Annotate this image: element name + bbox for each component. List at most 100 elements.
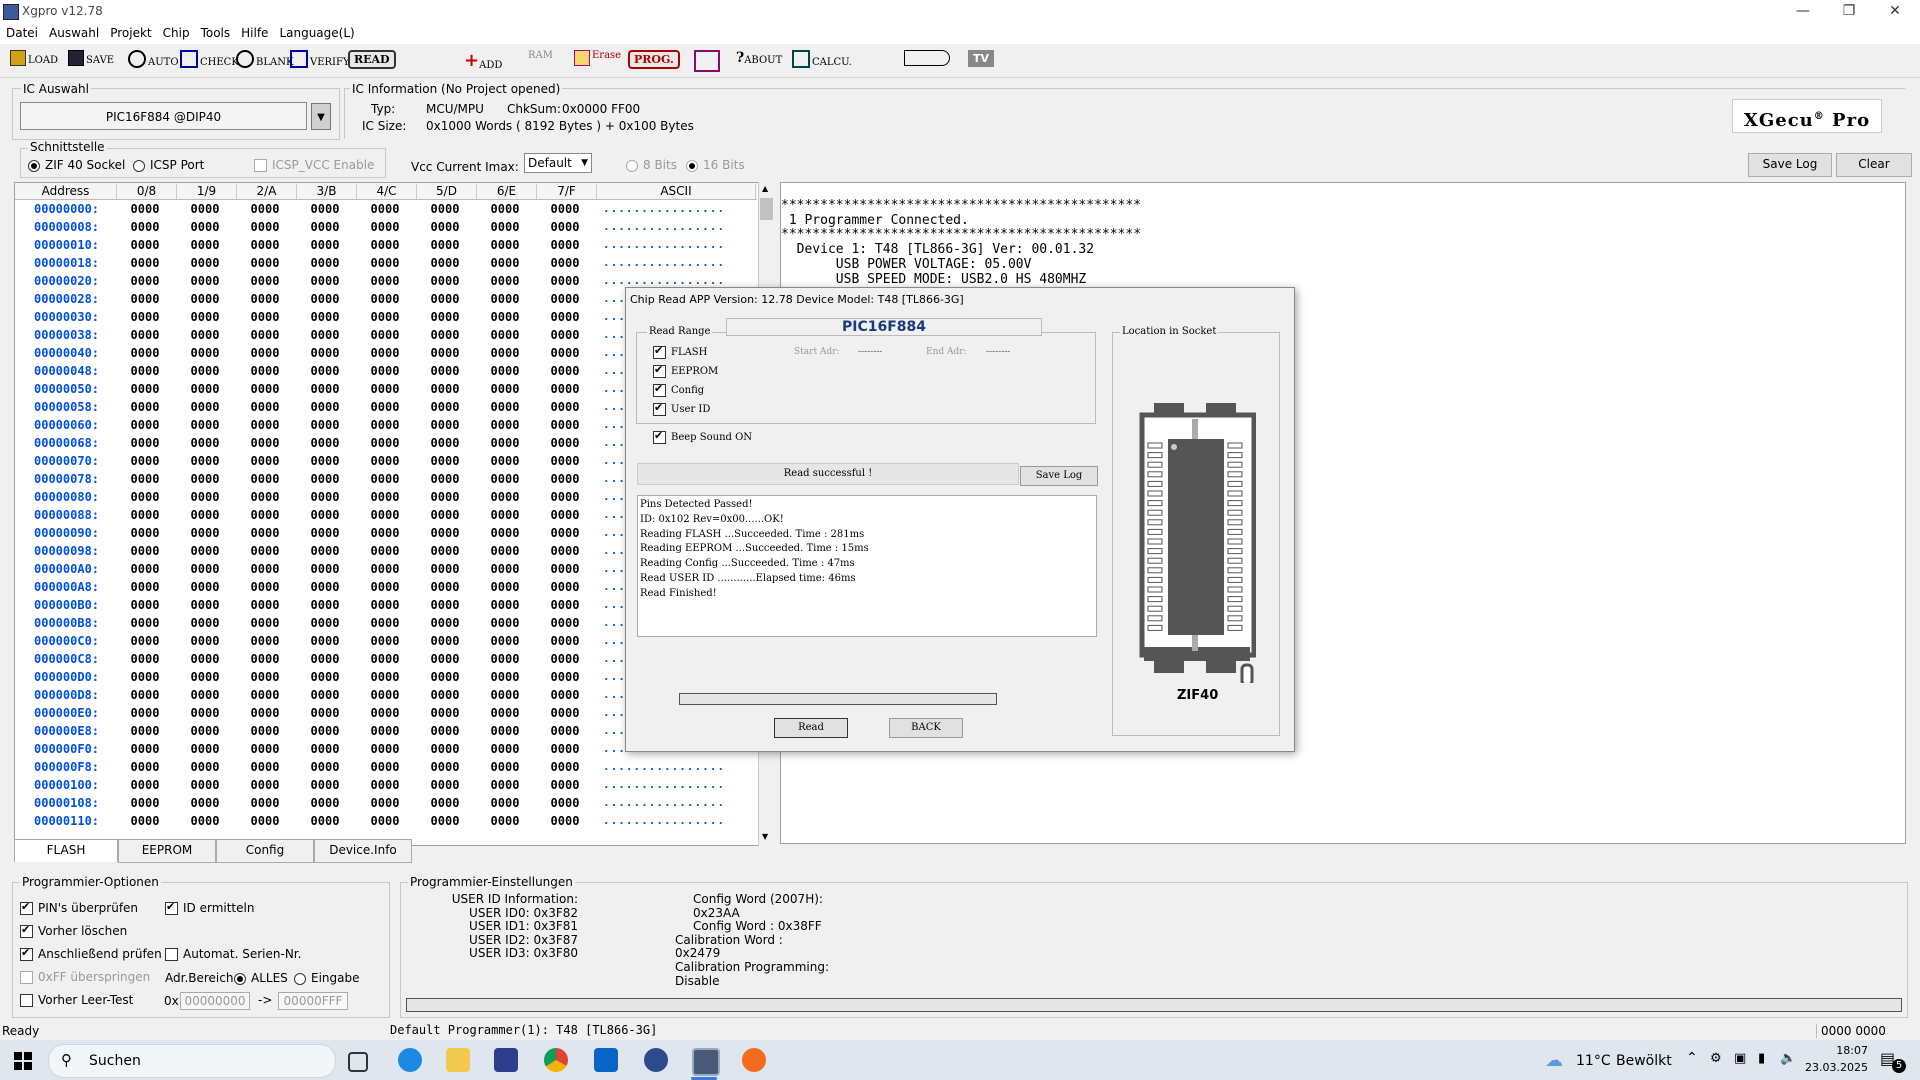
hex-cell[interactable]: 0000 [357,364,413,378]
save-button[interactable]: SAVE [68,50,114,74]
bits16-radio[interactable]: 16 Bits [686,158,745,172]
hex-cell[interactable]: 0000 [237,364,293,378]
hex-cell[interactable]: 0000 [297,526,353,540]
blank-button[interactable]: BLANK [236,50,293,74]
hex-cell[interactable]: 0000 [477,472,533,486]
hex-cell[interactable]: 0000 [537,472,593,486]
hex-cell[interactable]: 0000 [237,688,293,702]
hex-cell[interactable]: 0000 [177,436,233,450]
hex-cell[interactable]: 0000 [477,670,533,684]
hex-cell[interactable]: 0000 [297,544,353,558]
hex-cell[interactable]: 0000 [117,760,173,774]
hex-cell[interactable]: 0000 [177,688,233,702]
hex-cell[interactable]: 0000 [117,796,173,810]
hex-cell[interactable]: 0000 [237,436,293,450]
hex-cell[interactable]: 0000 [297,724,353,738]
hex-cell[interactable]: 0000 [237,418,293,432]
hex-cell[interactable]: 0000 [477,814,533,828]
table-row[interactable]: 00000008: 0000 0000 0000 0000 0000 0000 0000 000… [15,218,757,236]
hex-cell[interactable]: 0000 [477,400,533,414]
hex-cell[interactable]: 0000 [297,220,353,234]
menu-auswahl[interactable]: Auswahl [43,24,104,40]
hex-cell[interactable]: 0000 [537,742,593,756]
chip-config-button[interactable] [694,50,722,74]
hex-cell[interactable]: 0000 [177,544,233,558]
hex-cell[interactable]: 0000 [357,202,413,216]
hex-cell[interactable]: 0000 [477,256,533,270]
adr-to-input[interactable]: 00000FFF [278,992,348,1010]
scroll-up-icon[interactable]: ▲ [762,184,768,193]
hex-cell[interactable]: 0000 [117,652,173,666]
hex-cell[interactable]: 0000 [177,634,233,648]
menu-language[interactable]: Language(L) [273,24,359,40]
hex-cell[interactable]: 0000 [177,526,233,540]
hex-cell[interactable]: 0000 [237,310,293,324]
userid-checkbox[interactable]: User ID [653,401,710,416]
hex-cell[interactable]: 0000 [537,670,593,684]
table-row[interactable]: 00000100: 0000 0000 0000 0000 0000 0000 0000 000… [15,776,757,794]
hex-cell[interactable]: 0000 [477,598,533,612]
hex-cell[interactable]: 0000 [417,580,473,594]
hex-cell[interactable]: 0000 [237,544,293,558]
hex-cell[interactable]: 0000 [237,796,293,810]
hex-cell[interactable]: 0000 [417,436,473,450]
hex-cell[interactable]: 0000 [297,238,353,252]
dialog-read-button[interactable]: Read [774,718,848,738]
check-button[interactable]: CHECK [180,50,239,74]
hex-cell[interactable]: 0000 [177,364,233,378]
hex-cell[interactable]: 0000 [237,328,293,342]
hex-cell[interactable]: 0000 [177,670,233,684]
hex-cell[interactable]: 0000 [357,760,413,774]
table-row[interactable]: 00000000: 0000 0000 0000 0000 0000 0000 0000 000… [15,200,757,218]
hex-cell[interactable]: 0000 [237,382,293,396]
hex-cell[interactable]: 0000 [297,364,353,378]
icsp-vcc-checkbox[interactable]: ICSP_VCC Enable [254,158,374,172]
hex-cell[interactable]: 0000 [117,544,173,558]
hex-cell[interactable]: 0000 [237,238,293,252]
eingabe-radio[interactable]: Eingabe [294,971,360,985]
hex-cell[interactable]: 0000 [177,454,233,468]
menu-projekt[interactable]: Projekt [104,24,156,40]
hex-cell[interactable]: 0000 [477,760,533,774]
hex-cell[interactable]: 0000 [417,544,473,558]
hex-cell[interactable]: 0000 [117,274,173,288]
table-row[interactable]: 00000018: 0000 0000 0000 0000 0000 0000 0000 000… [15,254,757,272]
hex-cell[interactable]: 0000 [417,778,473,792]
hex-cell[interactable]: 0000 [357,544,413,558]
hex-cell[interactable]: 0000 [537,814,593,828]
hex-cell[interactable]: 0000 [357,778,413,792]
hex-cell[interactable]: 0000 [537,202,593,216]
hex-cell[interactable]: 0000 [357,256,413,270]
hex-cell[interactable]: 0000 [537,490,593,504]
minimize-button[interactable]: — [1780,0,1826,24]
hex-cell[interactable]: 0000 [537,256,593,270]
hex-cell[interactable]: 0000 [237,778,293,792]
menu-hilfe[interactable]: Hilfe [235,24,273,40]
add-button[interactable]: +ADD [464,50,502,74]
scroll-down-icon[interactable]: ▼ [762,832,768,841]
dialog-log[interactable]: Pins Detected Passed! ID: 0x102 Rev=0x00… [637,495,1097,637]
hex-cell[interactable]: 0000 [357,634,413,648]
hex-cell[interactable]: 0000 [537,346,593,360]
hex-cell[interactable]: 0000 [537,706,593,720]
hex-cell[interactable]: 0000 [297,310,353,324]
table-row[interactable]: 00000108: 0000 0000 0000 0000 0000 0000 0000 000… [15,794,757,812]
hex-cell[interactable]: 0000 [477,292,533,306]
hex-cell[interactable]: 0000 [177,814,233,828]
hex-cell[interactable]: 0000 [117,526,173,540]
hex-cell[interactable]: 0000 [537,382,593,396]
hex-cell[interactable]: 0000 [417,688,473,702]
hex-cell[interactable]: 0000 [417,292,473,306]
hex-cell[interactable]: 0000 [237,400,293,414]
erase-button[interactable]: Erase [574,50,621,74]
hex-cell[interactable]: 0000 [537,544,593,558]
hex-cell[interactable]: 0000 [417,328,473,342]
hex-cell[interactable]: 0000 [537,436,593,450]
hex-cell[interactable]: 0000 [237,670,293,684]
auto-button[interactable]: AUTO [128,50,179,74]
hex-cell[interactable]: 0000 [357,814,413,828]
verify-button[interactable]: VERIFY [290,50,350,74]
hex-cell[interactable]: 0000 [417,274,473,288]
hex-cell[interactable]: 0000 [477,688,533,702]
chrome-icon[interactable] [544,1048,568,1072]
